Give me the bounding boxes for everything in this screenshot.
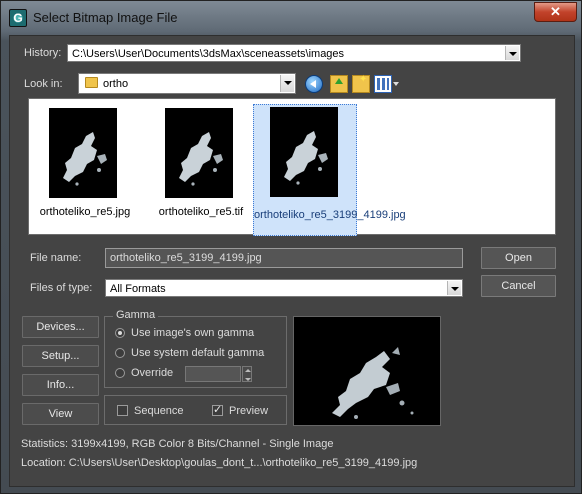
preview-checkbox[interactable] xyxy=(212,403,223,416)
location-text: Location: C:\Users\User\Desktop\goulas_d… xyxy=(21,457,418,469)
file-name-label: File name: xyxy=(30,252,82,264)
files-of-type-dropdown-arrow[interactable] xyxy=(447,281,461,295)
gamma-override-input[interactable] xyxy=(185,366,241,382)
title-bar[interactable]: G Select Bitmap Image File ✕ xyxy=(1,1,581,35)
dialog-body: History: C:\Users\User\Documents\3dsMax\… xyxy=(9,35,575,487)
open-button[interactable]: Open xyxy=(481,247,556,269)
history-combo[interactable]: C:\Users\User\Documents\3dsMax\sceneasse… xyxy=(67,44,521,62)
statistics-text: Statistics: 3199x4199, RGB Color 8 Bits/… xyxy=(21,438,334,450)
close-button[interactable]: ✕ xyxy=(534,2,577,22)
image-thumbnail xyxy=(165,108,233,198)
files-of-type-label: Files of type: xyxy=(30,282,93,294)
app-icon: G xyxy=(9,9,27,27)
dialog-window: G Select Bitmap Image File ✕ History: C:… xyxy=(0,0,582,494)
files-of-type-combo[interactable]: All Formats xyxy=(105,279,463,297)
gamma-system-radio[interactable] xyxy=(115,348,125,358)
file-name-label: orthoteliko_re5_3199_4199.jpg xyxy=(254,209,406,221)
gamma-group: Gamma Use image's own gamma Use system d… xyxy=(104,309,287,388)
view-menu-icon[interactable] xyxy=(374,75,392,93)
look-in-combo[interactable]: ortho xyxy=(78,73,296,94)
folder-icon xyxy=(85,77,98,88)
gamma-own-label[interactable]: Use image's own gamma xyxy=(131,327,254,339)
image-preview xyxy=(293,316,441,426)
options-group: Sequence Preview xyxy=(104,395,287,425)
history-dropdown-arrow[interactable] xyxy=(505,46,519,60)
dialog-title: Select Bitmap Image File xyxy=(33,10,178,25)
gamma-group-title: Gamma xyxy=(113,309,159,321)
file-item[interactable]: orthoteliko_re5.jpg xyxy=(33,102,137,234)
file-item[interactable]: orthoteliko_re5.tif xyxy=(149,102,253,234)
setup-button[interactable]: Setup... xyxy=(22,345,99,367)
history-value: C:\Users\User\Documents\3dsMax\sceneasse… xyxy=(72,48,345,60)
info-button[interactable]: Info... xyxy=(22,374,99,396)
file-name-label: orthoteliko_re5.tif xyxy=(158,206,244,218)
look-in-dropdown-arrow[interactable] xyxy=(280,75,294,92)
cancel-button[interactable]: Cancel xyxy=(481,275,556,297)
file-list[interactable]: orthoteliko_re5.jpg orthoteliko_re5.tif xyxy=(28,98,556,236)
image-thumbnail xyxy=(49,108,117,198)
file-item-selected[interactable]: orthoteliko_re5_3199_4199.jpg xyxy=(253,104,406,236)
gamma-own-radio[interactable] xyxy=(115,328,125,338)
sequence-checkbox[interactable] xyxy=(117,405,128,416)
gamma-override-label[interactable]: Override xyxy=(131,367,173,379)
look-in-value: ortho xyxy=(103,78,129,90)
back-icon[interactable] xyxy=(305,75,323,93)
history-label: History: xyxy=(24,47,62,59)
sequence-label[interactable]: Sequence xyxy=(134,405,184,417)
preview-label[interactable]: Preview xyxy=(229,405,268,417)
devices-button[interactable]: Devices... xyxy=(22,316,99,338)
image-thumbnail xyxy=(270,107,338,197)
look-in-label: Look in: xyxy=(24,78,63,90)
view-button[interactable]: View xyxy=(22,403,99,425)
files-of-type-value: All Formats xyxy=(110,283,166,295)
spinner-down-icon[interactable] xyxy=(245,378,251,381)
file-name-input[interactable]: orthoteliko_re5_3199_4199.jpg xyxy=(105,248,463,268)
view-menu-arrow-icon[interactable] xyxy=(393,82,399,86)
spinner-up-icon[interactable] xyxy=(245,369,251,372)
file-name-label: orthoteliko_re5.jpg xyxy=(39,206,131,218)
gamma-override-spinner[interactable] xyxy=(242,366,252,382)
gamma-system-label[interactable]: Use system default gamma xyxy=(131,347,264,359)
up-folder-icon[interactable] xyxy=(330,75,348,93)
new-folder-icon[interactable] xyxy=(352,74,370,93)
gamma-override-radio[interactable] xyxy=(115,368,125,378)
